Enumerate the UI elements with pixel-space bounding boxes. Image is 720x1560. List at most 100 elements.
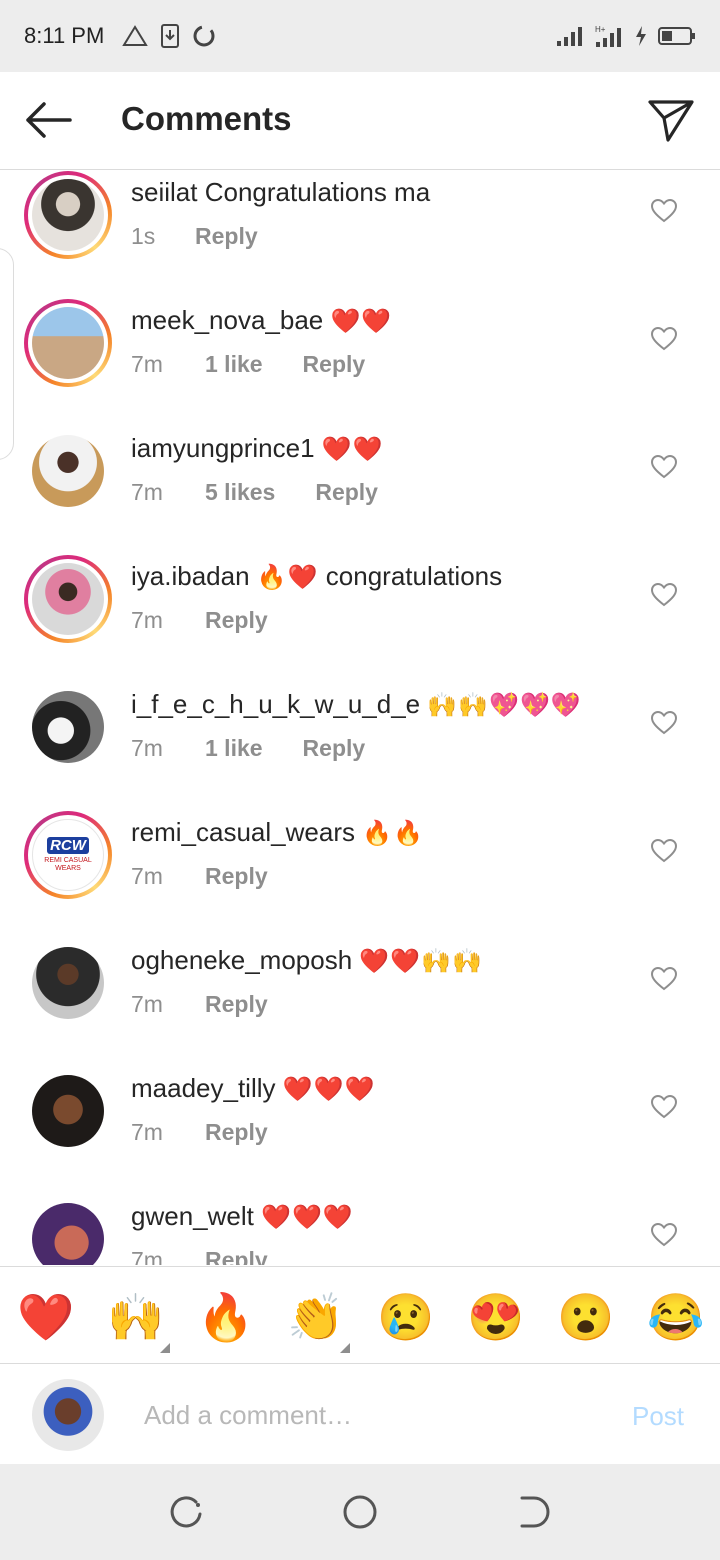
comment-likes[interactable]: 1 like [205,735,263,762]
comment-meta: 7m 5 likes Reply [131,479,378,506]
emoji-raised-hands-button[interactable]: 🙌 [107,1289,164,1345]
emoji-crying-button[interactable]: 😢 [377,1289,434,1345]
like-heart-icon[interactable] [651,199,677,223]
comment-text: ogheneke_moposh ❤️❤️🙌🙌 [131,945,483,976]
comment-text: i_f_e_c_h_u_k_w_u_d_e 🙌🙌💖💖💖 [131,689,582,720]
like-heart-icon[interactable] [651,583,677,607]
avatar[interactable] [32,947,104,1019]
comment-username[interactable]: maadey_tilly [131,1073,276,1103]
page-title: Comments [121,100,292,137]
status-time: 8:11 PM [24,23,105,48]
comment-username[interactable]: ogheneke_moposh [131,945,352,975]
emoji-fire-button[interactable]: 🔥 [197,1289,254,1345]
reply-button[interactable]: Reply [303,735,366,762]
post-button[interactable]: Post [632,1401,684,1432]
avatar[interactable] [32,691,104,763]
status-icons-right: H+ [556,24,696,48]
emoji-clapping-button[interactable]: 👏 [287,1289,344,1345]
emoji-laughing-button[interactable]: 😂 [647,1289,704,1345]
comment-username[interactable]: seiilat [131,177,197,207]
comment-time: 7m [131,607,163,633]
skin-tone-indicator-icon [160,1343,170,1353]
like-heart-icon[interactable] [651,711,677,735]
comment-text: meek_nova_bae ❤️❤️ [131,305,392,336]
emoji-heart-button[interactable]: ❤️ [17,1289,74,1345]
avatar[interactable] [32,1203,104,1265]
avatar[interactable] [24,555,112,643]
comment-meta: 7m Reply [131,1119,268,1146]
comment-text: seiilat Congratulations ma [131,177,430,208]
comment-emoji: ❤️❤️🙌🙌 [359,948,483,975]
signal-hplus-icon: H+ [595,25,621,47]
comment-item: ogheneke_moposh ❤️❤️🙌🙌 7m Reply [0,939,720,1067]
arrow-left-icon [26,102,72,138]
emoji-surprised-button[interactable]: 😮 [557,1289,614,1345]
comment-emoji: 🔥🔥 [362,820,424,847]
like-heart-icon[interactable] [651,967,677,991]
comment-meta: 7m Reply [131,607,268,634]
comment-username[interactable]: remi_casual_wears [131,817,355,847]
comment-text: iamyungprince1 ❤️❤️ [131,433,384,464]
reply-button[interactable]: Reply [205,991,268,1018]
reply-button[interactable]: Reply [205,1247,268,1265]
battery-icon [658,27,695,45]
status-icons-left [122,23,216,49]
like-heart-icon[interactable] [651,839,677,863]
skin-tone-indicator-icon [340,1343,350,1353]
comment-text: gwen_welt ❤️❤️❤️ [131,1201,354,1232]
comment-emoji: ❤️❤️❤️ [282,1076,376,1103]
comment-input[interactable] [130,1391,590,1439]
emoji-heart-eyes-button[interactable]: 😍 [467,1289,524,1345]
avatar[interactable] [24,171,112,259]
comment-username[interactable]: i_f_e_c_h_u_k_w_u_d_e [131,689,420,719]
comment-likes[interactable]: 5 likes [205,479,275,506]
comment-meta: 7m 1 like Reply [131,351,365,378]
comment-emoji: ❤️❤️❤️ [261,1204,354,1231]
reply-button[interactable]: Reply [315,479,378,506]
comment-item: iya.ibadan 🔥❤️ congratulations 7m Reply [0,555,720,683]
like-heart-icon[interactable] [651,327,677,351]
comment-time: 7m [131,991,163,1017]
comment-username[interactable]: gwen_welt [131,1201,254,1231]
comment-emoji: ❤️❤️ [330,308,393,335]
brand-logo-text: RCW [47,837,89,854]
comment-meta: 7m 1 like Reply [131,735,365,762]
avatar[interactable] [32,435,104,507]
status-bar: 8:11 PM H+ [0,0,720,72]
home-icon[interactable] [340,1492,380,1532]
reply-button[interactable]: Reply [195,223,258,250]
like-heart-icon[interactable] [651,1095,677,1119]
comment-meta: 7m Reply [131,863,268,890]
like-heart-icon[interactable] [651,455,677,479]
like-heart-icon[interactable] [651,1223,677,1247]
back-icon[interactable] [514,1492,554,1532]
reply-button[interactable]: Reply [303,351,366,378]
sync-icon [193,25,215,47]
avatar[interactable] [24,299,112,387]
comment-time: 7m [131,1119,163,1145]
avatar[interactable]: RCW REMI CASUAL WEARS [24,811,112,899]
side-drawer-handle[interactable] [0,248,14,460]
comment-composer: Post [0,1365,720,1463]
header: Comments [0,72,720,170]
comment-list[interactable]: seiilat Congratulations ma 1s Reply meek… [0,171,720,1265]
comment-username[interactable]: iya.ibadan [131,561,250,591]
comment-item: gwen_welt ❤️❤️❤️ 7m Reply [0,1195,720,1265]
comment-meta: 7m Reply [131,1247,268,1265]
back-button[interactable] [22,98,74,142]
alert-triangle-icon [122,25,149,46]
comment-time: 7m [131,735,163,761]
avatar[interactable] [32,1075,104,1147]
brand-logo-subtext: REMI CASUAL WEARS [44,857,92,872]
reply-button[interactable]: Reply [205,1119,268,1146]
charging-icon [636,26,646,46]
recent-apps-icon[interactable] [166,1492,206,1532]
comment-meta: 1s Reply [131,223,258,250]
comment-username[interactable]: iamyungprince1 [131,433,315,463]
comment-likes[interactable]: 1 like [205,351,263,378]
comment-username[interactable]: meek_nova_bae [131,305,323,335]
reply-button[interactable]: Reply [205,607,268,634]
reply-button[interactable]: Reply [205,863,268,890]
comment-body: Congratulations ma [204,177,431,207]
share-button[interactable] [646,96,696,144]
